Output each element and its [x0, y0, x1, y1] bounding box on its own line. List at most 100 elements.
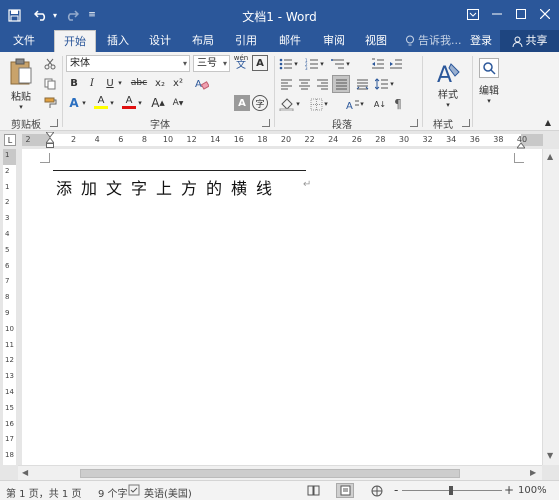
clear-formatting-icon[interactable]: A — [194, 75, 210, 91]
redo-icon[interactable] — [62, 5, 82, 25]
web-layout-icon[interactable] — [368, 483, 386, 498]
decrease-indent-icon[interactable] — [370, 56, 386, 72]
subscript-button[interactable]: x₂ — [152, 75, 168, 91]
vertical-scrollbar[interactable]: ▲ ▼ — [542, 149, 559, 465]
copy-icon[interactable] — [42, 76, 58, 92]
login-link[interactable]: 登录 — [470, 30, 492, 52]
grow-font-icon[interactable]: A ▲ — [150, 95, 166, 111]
paragraph-launcher-icon[interactable] — [410, 119, 418, 127]
underline-dropdown-icon[interactable]: ▾ — [116, 75, 124, 91]
increase-indent-icon[interactable] — [388, 56, 404, 72]
tab-selector-icon[interactable]: L — [4, 134, 16, 146]
font-name-combo[interactable]: 宋体 ▾ — [66, 55, 190, 72]
tab-home[interactable]: 开始 — [54, 30, 96, 52]
editing-button[interactable]: 编辑 ▾ — [474, 56, 504, 106]
shading-icon[interactable] — [278, 96, 294, 112]
align-center-icon[interactable] — [296, 76, 312, 92]
document-area[interactable]: 添加文字上方的横线 ↵ — [18, 149, 542, 465]
customize-qat-icon[interactable]: ≡ — [86, 5, 98, 25]
superscript-button[interactable]: x² — [170, 75, 186, 91]
paste-button[interactable]: 粘贴 ▾ — [6, 56, 36, 112]
share-button[interactable]: 共享 — [500, 30, 559, 52]
font-size-combo[interactable]: 三号 ▾ — [193, 55, 230, 72]
scroll-left-icon[interactable]: ◀ — [22, 468, 28, 477]
ruler-tick-label: 4 — [94, 135, 100, 144]
ribbon-display-icon[interactable] — [462, 4, 484, 24]
clipboard-launcher-icon[interactable] — [50, 119, 58, 127]
scroll-right-icon[interactable]: ▶ — [530, 468, 536, 477]
line-spacing-dropdown-icon[interactable]: ▾ — [388, 76, 396, 92]
italic-button[interactable]: I — [84, 75, 100, 91]
character-shading-button[interactable]: A — [234, 95, 250, 111]
highlight-dropdown-icon[interactable]: ▾ — [108, 95, 116, 111]
bold-button[interactable]: B — [66, 75, 82, 91]
styles-dropdown-icon: ▾ — [446, 100, 450, 109]
font-color-button[interactable]: A — [121, 94, 137, 110]
tab-references[interactable]: 引用 — [228, 30, 264, 52]
font-launcher-icon[interactable] — [262, 119, 270, 127]
maximize-icon[interactable] — [510, 4, 532, 24]
bullets-dropdown-icon[interactable]: ▾ — [292, 56, 300, 72]
highlight-button[interactable]: A — [93, 94, 109, 110]
strikethrough-button[interactable]: abc — [128, 75, 150, 91]
tell-me-box[interactable]: 告诉我... — [405, 30, 462, 52]
styles-launcher-icon[interactable] — [462, 119, 470, 127]
scroll-up-icon[interactable]: ▲ — [547, 152, 553, 161]
align-right-icon[interactable] — [314, 76, 330, 92]
numbering-dropdown-icon[interactable]: ▾ — [318, 56, 326, 72]
right-indent-marker[interactable] — [515, 139, 527, 149]
scrollbar-thumb[interactable] — [80, 469, 460, 478]
scroll-down-icon[interactable]: ▼ — [547, 451, 553, 460]
save-icon[interactable] — [4, 5, 24, 25]
tab-review[interactable]: 审阅 — [316, 30, 352, 52]
align-left-icon[interactable] — [278, 76, 294, 92]
enclosed-character-button[interactable]: 字 — [252, 95, 268, 111]
vruler-tick-label: 12 — [5, 356, 14, 365]
justify-icon[interactable] — [332, 75, 350, 93]
page-count[interactable]: 第 1 页，共 1 页 — [6, 485, 81, 500]
shading-dropdown-icon[interactable]: ▾ — [294, 96, 302, 112]
horizontal-scrollbar[interactable]: ◀ ▶ — [18, 465, 542, 480]
close-icon[interactable] — [534, 4, 556, 24]
tab-design[interactable]: 设计 — [142, 30, 178, 52]
undo-dropdown-icon[interactable]: ▾ — [50, 5, 60, 25]
borders-dropdown-icon[interactable]: ▾ — [322, 96, 330, 112]
cut-icon[interactable] — [42, 56, 58, 72]
zoom-level[interactable]: 100% — [518, 485, 547, 496]
proofing-icon[interactable] — [128, 484, 140, 499]
zoom-slider-knob[interactable] — [449, 486, 453, 495]
styles-button[interactable]: A 样式 ▾ — [428, 56, 468, 112]
document-text[interactable]: 添加文字上方的横线 — [56, 175, 281, 199]
tab-view[interactable]: 视图 — [358, 30, 394, 52]
character-border-icon[interactable]: A — [252, 55, 268, 71]
tab-layout[interactable]: 布局 — [185, 30, 221, 52]
page[interactable]: 添加文字上方的横线 ↵ — [22, 149, 542, 465]
asian-layout-dropdown-icon[interactable]: ▾ — [358, 96, 366, 112]
text-effects-dropdown-icon[interactable]: ▾ — [80, 95, 88, 111]
collapse-ribbon-icon[interactable]: ▲ — [540, 114, 556, 130]
word-count[interactable]: 9 个字 — [98, 485, 128, 500]
undo-icon[interactable] — [30, 5, 52, 25]
distributed-icon[interactable] — [354, 76, 370, 92]
tab-mailings[interactable]: 邮件 — [272, 30, 308, 52]
sort-icon[interactable]: A↓ — [372, 96, 388, 112]
show-marks-icon[interactable]: ¶ — [390, 96, 406, 112]
tab-file[interactable]: 文件 — [4, 30, 44, 52]
multilevel-dropdown-icon[interactable]: ▾ — [344, 56, 352, 72]
minimize-icon[interactable] — [486, 4, 508, 24]
read-mode-icon[interactable] — [304, 483, 322, 498]
zoom-in-button[interactable]: + — [504, 483, 514, 497]
tab-insert[interactable]: 插入 — [100, 30, 136, 52]
format-painter-icon[interactable] — [42, 95, 58, 111]
phonetic-guide-icon[interactable]: wén 文 — [233, 54, 249, 71]
shrink-font-icon[interactable]: A ▼ — [170, 95, 186, 111]
paragraph-mark: ↵ — [303, 179, 312, 190]
left-indent-marker[interactable] — [44, 131, 56, 148]
font-color-dropdown-icon[interactable]: ▾ — [136, 95, 144, 111]
print-layout-icon[interactable] — [336, 483, 354, 498]
vruler-strip — [3, 149, 16, 465]
lightbulb-icon — [406, 35, 414, 46]
language[interactable]: 英语(美国) — [144, 485, 192, 500]
zoom-out-button[interactable]: - — [394, 483, 398, 497]
paste-label: 粘贴 — [11, 91, 31, 103]
